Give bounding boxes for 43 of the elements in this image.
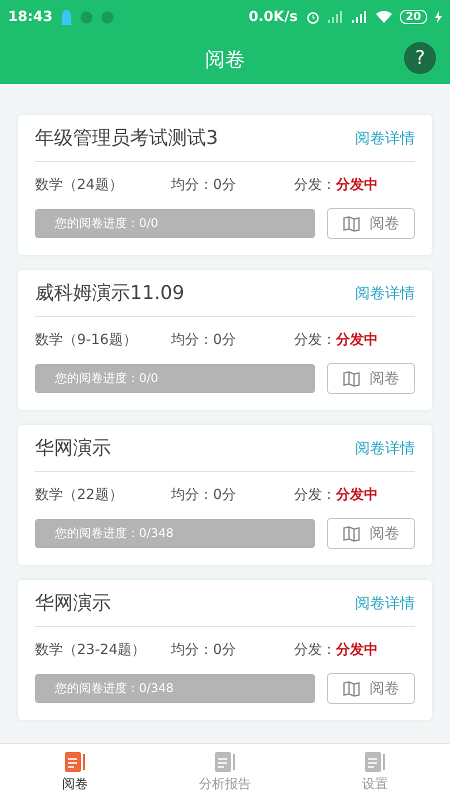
subject-label: 数学（9-16题） — [35, 331, 138, 349]
average-score: 均分：0分 — [171, 641, 237, 659]
tab-item[interactable]: 阅卷 — [0, 744, 150, 800]
progress-text: 您的阅卷进度：0/0 — [54, 215, 158, 232]
exam-title: 威科姆演示11.09 — [35, 281, 184, 306]
wifi-icon — [376, 11, 392, 23]
distribution-label: 分发： — [294, 331, 336, 349]
distribution-label: 分发： — [294, 641, 336, 659]
exam-title: 年级管理员考试测试3 — [35, 126, 218, 151]
distribution-status: 分发中 — [336, 176, 378, 194]
signal-icon — [352, 11, 368, 23]
distribution-status: 分发中 — [336, 641, 378, 659]
progress-text: 您的阅卷进度：0/348 — [54, 525, 174, 542]
battery-level: 20 — [400, 10, 427, 24]
average-score: 均分：0分 — [171, 176, 237, 194]
distribution-label: 分发： — [294, 486, 336, 504]
network-speed: 0.0K/s — [248, 9, 298, 25]
help-button[interactable]: ? — [404, 42, 436, 74]
progress-text: 您的阅卷进度：0/348 — [54, 680, 174, 697]
dot-icon — [100, 10, 114, 24]
distribution-status: 分发中 — [336, 486, 378, 504]
average-score: 均分：0分 — [171, 331, 237, 349]
distribution-status: 分发中 — [336, 331, 378, 349]
exam-title: 华网演示 — [35, 436, 111, 461]
alarm-icon — [306, 10, 320, 24]
dot-icon — [80, 10, 93, 24]
document-icon — [214, 751, 236, 773]
ghost-icon — [60, 10, 72, 24]
average-score: 均分：0分 — [171, 486, 237, 504]
tab-item[interactable]: 分析报告 — [150, 744, 300, 800]
signal-icon — [328, 11, 344, 23]
subject-label: 数学（23-24题） — [35, 641, 147, 659]
subject-label: 数学（22题） — [35, 486, 124, 504]
tab-item[interactable]: 设置 — [300, 744, 450, 800]
status-time: 18:43 — [8, 9, 53, 25]
distribution-label: 分发： — [294, 176, 336, 194]
subject-label: 数学（24题） — [35, 176, 124, 194]
page-title: 阅卷 — [205, 46, 245, 72]
document-icon — [64, 751, 86, 773]
progress-text: 您的阅卷进度：0/0 — [54, 370, 158, 387]
exam-title: 华网演示 — [35, 591, 111, 616]
document-icon — [364, 751, 386, 773]
charging-icon — [435, 11, 442, 23]
